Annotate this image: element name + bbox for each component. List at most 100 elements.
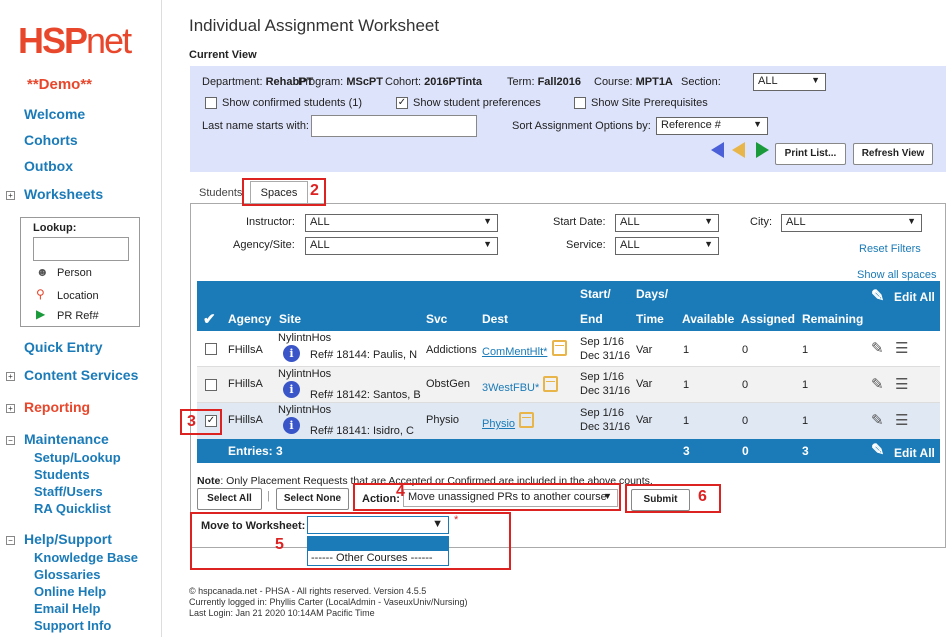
nav-email-help[interactable]: Email Help	[34, 601, 100, 616]
col-dest[interactable]: Dest	[482, 312, 508, 326]
instructor-select[interactable]: ALL ▼	[305, 214, 498, 232]
row-dest-link[interactable]: ComMentHlt*	[482, 346, 547, 358]
nav-staff-users[interactable]: Staff/Users	[34, 484, 103, 499]
expand-icon[interactable]: +	[6, 404, 15, 413]
lookup-input[interactable]	[33, 237, 129, 261]
expand-icon[interactable]: +	[6, 191, 15, 200]
edit-all-pencil-icon[interactable]: ✎	[871, 286, 884, 306]
nav-knowledge-base[interactable]: Knowledge Base	[34, 550, 138, 565]
prev-arrow-icon[interactable]	[711, 142, 724, 158]
calendar-icon[interactable]	[552, 340, 567, 356]
list-icon[interactable]: ☰	[895, 411, 908, 429]
nav-ra-quicklist[interactable]: RA Quicklist	[34, 501, 111, 516]
nav-quick-entry[interactable]: Quick Entry	[24, 339, 103, 355]
city-select[interactable]: ALL ▼	[781, 214, 922, 232]
table-footer: Entries: 3 3 0 3 ✎ Edit All	[197, 439, 940, 463]
expand-icon[interactable]: +	[6, 372, 15, 381]
edit-pencil-icon[interactable]: ✎	[871, 411, 884, 429]
nav-cohorts[interactable]: Cohorts	[24, 132, 78, 148]
next-arrow-icon[interactable]	[756, 142, 769, 158]
nav-welcome[interactable]: Welcome	[24, 106, 85, 122]
lookup-pr-ref[interactable]: PR Ref#	[57, 310, 99, 322]
refresh-view-button[interactable]: Refresh View	[853, 143, 933, 165]
table-row: ✓ FHillsA NylintnHos i Ref# 18141: Isidr…	[197, 403, 940, 439]
col-agency[interactable]: Agency	[228, 312, 271, 326]
tab-students[interactable]: Students	[199, 187, 242, 199]
col-time[interactable]: Time	[636, 312, 664, 326]
edit-all-pencil-icon[interactable]: ✎	[871, 440, 884, 460]
nav-content-services[interactable]: Content Services	[24, 367, 138, 383]
edit-all-link[interactable]: Edit All	[894, 290, 935, 304]
collapse-icon[interactable]: −	[6, 436, 15, 445]
edit-pencil-icon[interactable]: ✎	[871, 375, 884, 393]
reset-filters-link[interactable]: Reset Filters	[859, 243, 921, 255]
row-agency: FHillsA	[228, 414, 263, 426]
row-end: Dec 31/16	[580, 385, 631, 397]
show-all-spaces-link[interactable]: Show all spaces	[857, 269, 937, 281]
row-available: 1	[683, 344, 690, 356]
nav-students[interactable]: Students	[34, 467, 90, 482]
row-checkbox[interactable]	[205, 379, 217, 391]
calendar-icon[interactable]	[543, 376, 558, 392]
row-site: NylintnHos	[278, 332, 332, 344]
lookup-location[interactable]: Location	[57, 290, 99, 302]
show-confirmed-checkbox[interactable]	[205, 97, 217, 109]
row-dest-link[interactable]: 3WestFBU*	[482, 382, 539, 394]
col-available[interactable]: Available	[682, 312, 734, 326]
instructor-label: Instructor:	[246, 216, 295, 228]
row-ref: Ref# 18141: Isidro, C	[310, 425, 414, 437]
footer-logged-in: Currently logged in: Phyllis Carter (Loc…	[189, 597, 468, 607]
row-checkbox[interactable]	[205, 343, 217, 355]
col-remaining[interactable]: Remaining	[802, 312, 863, 326]
service-select[interactable]: ALL ▼	[615, 237, 719, 255]
edit-pencil-icon[interactable]: ✎	[871, 339, 884, 357]
dropdown-arrow-icon: ▼	[811, 75, 820, 85]
nav-support-info[interactable]: Support Info	[34, 618, 111, 633]
show-preferences-checkbox[interactable]: ✓	[396, 97, 408, 109]
col-end[interactable]: End	[580, 312, 603, 326]
nav-outbox[interactable]: Outbox	[24, 158, 73, 174]
print-list-button[interactable]: Print List...	[775, 143, 846, 165]
select-all-button[interactable]: Select All	[197, 488, 262, 510]
list-icon[interactable]: ☰	[895, 339, 908, 357]
nav-online-help[interactable]: Online Help	[34, 584, 106, 599]
start-date-select[interactable]: ALL ▼	[615, 214, 719, 232]
nav-maintenance[interactable]: Maintenance	[24, 431, 109, 447]
lookup-person[interactable]: Person	[57, 267, 92, 279]
collapse-icon[interactable]: −	[6, 536, 15, 545]
edit-all-link-footer[interactable]: Edit All	[894, 446, 935, 460]
annotation-6: 6	[698, 488, 707, 505]
program-info: Program: MScPT	[298, 76, 383, 88]
footer-copyright: © hspcanada.net - PHSA - All rights rese…	[189, 586, 427, 596]
demo-label: **Demo**	[27, 76, 93, 93]
dropdown-arrow-icon: ▼	[483, 216, 492, 226]
section-select[interactable]: ALL ▼	[753, 73, 826, 91]
lastname-input[interactable]	[311, 115, 477, 137]
nav-reporting[interactable]: Reporting	[24, 399, 90, 415]
col-days[interactable]: Days/	[636, 287, 668, 301]
start-date-label: Start Date:	[553, 216, 606, 228]
separator: |	[267, 490, 270, 502]
back-arrow-icon[interactable]	[732, 142, 745, 158]
nav-glossaries[interactable]: Glossaries	[34, 567, 101, 582]
show-prereq-checkbox[interactable]	[574, 97, 586, 109]
list-icon[interactable]: ☰	[895, 375, 908, 393]
col-site[interactable]: Site	[279, 312, 301, 326]
col-svc[interactable]: Svc	[426, 312, 447, 326]
col-start[interactable]: Start/	[580, 287, 611, 301]
select-all-check-icon[interactable]: ✔	[203, 310, 216, 328]
info-icon[interactable]: i	[283, 345, 300, 362]
row-available: 1	[683, 415, 690, 427]
info-icon[interactable]: i	[283, 417, 300, 434]
calendar-icon[interactable]	[519, 412, 534, 428]
hspnet-logo[interactable]: HSPnet	[18, 20, 132, 62]
info-icon[interactable]: i	[283, 381, 300, 398]
col-assigned[interactable]: Assigned	[741, 312, 795, 326]
nav-help-support[interactable]: Help/Support	[24, 531, 112, 547]
row-dest-link[interactable]: Physio	[482, 418, 515, 430]
nav-worksheets[interactable]: Worksheets	[24, 186, 103, 202]
nav-setup-lookup[interactable]: Setup/Lookup	[34, 450, 121, 465]
select-none-button[interactable]: Select None	[276, 488, 349, 510]
agency-site-select[interactable]: ALL ▼	[305, 237, 498, 255]
sort-select[interactable]: Reference # ▼	[656, 117, 768, 135]
